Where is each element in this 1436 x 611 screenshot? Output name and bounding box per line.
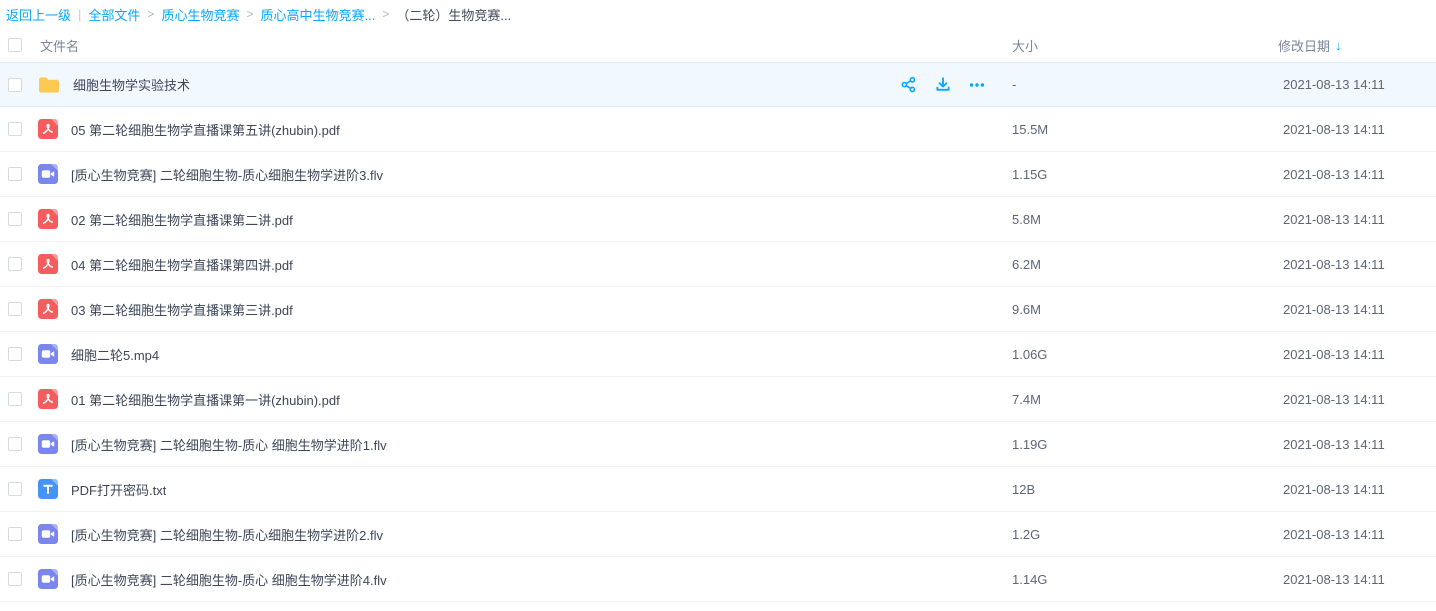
breadcrumb-current: （二轮）生物竞赛... — [396, 5, 511, 24]
file-size: 1.2G — [1012, 527, 1040, 542]
row-checkbox[interactable] — [8, 482, 22, 496]
table-row[interactable]: 细胞二轮5.mp4 1.06G 2021-08-13 14:11 — [0, 332, 1436, 377]
video-icon — [38, 569, 58, 589]
file-date: 2021-08-13 14:11 — [1283, 122, 1385, 137]
row-checkbox[interactable] — [8, 257, 22, 271]
table-row[interactable]: [质心生物竞赛] 二轮细胞生物-质心 细胞生物学进阶4.flv 1.14G 2021… — [0, 557, 1436, 602]
pdf-icon — [38, 254, 58, 274]
file-date: 2021-08-13 14:11 — [1283, 212, 1385, 227]
table-row[interactable]: [质心生物竞赛] 二轮细胞生物-质心细胞生物学进阶2.flv 1.2G 2021-0… — [0, 512, 1436, 557]
row-checkbox[interactable] — [8, 212, 22, 226]
file-manager-page: 返回上一级 | 全部文件 > 质心生物竞赛 > 质心高中生物竞赛... > （二轮）生物竞赛… — [0, 0, 1436, 611]
row-checkbox[interactable] — [8, 78, 22, 92]
row-checkbox[interactable] — [8, 392, 22, 406]
pdf-icon — [38, 119, 58, 139]
row-hover-actions — [898, 74, 987, 95]
breadcrumb-divider: | — [78, 7, 81, 22]
file-name[interactable]: 02 第二轮细胞生物学直播课第二讲.pdf — [71, 210, 293, 229]
breadcrumb-link[interactable]: 全部文件 — [88, 5, 140, 24]
file-date: 2021-08-13 14:11 — [1283, 527, 1385, 542]
file-size: 5.8M — [1012, 212, 1041, 227]
column-header-size[interactable]: 大小 — [1012, 36, 1038, 55]
file-name[interactable]: 细胞二轮5.mp4 — [71, 345, 159, 364]
breadcrumb: 返回上一级 | 全部文件 > 质心生物竞赛 > 质心高中生物竞赛... > （二轮）生物竞赛… — [0, 0, 1436, 28]
table-header: 文件名 大小 修改日期 ↓ — [0, 28, 1436, 62]
file-size: - — [1012, 77, 1016, 92]
file-date: 2021-08-13 14:11 — [1283, 167, 1385, 182]
folder-icon — [38, 76, 60, 94]
file-name[interactable]: [质心生物竞赛] 二轮细胞生物-质心 细胞生物学进阶1.flv — [71, 435, 387, 454]
file-size: 9.6M — [1012, 302, 1041, 317]
file-name[interactable]: 03 第二轮细胞生物学直播课第三讲.pdf — [71, 300, 293, 319]
txt-icon — [38, 479, 58, 499]
video-icon — [38, 434, 58, 454]
table-row[interactable]: PDF打开密码.txt 12B 2021-08-13 14:11 — [0, 467, 1436, 512]
more-icon[interactable] — [966, 74, 987, 95]
file-size: 15.5M — [1012, 122, 1048, 137]
file-date: 2021-08-13 14:11 — [1283, 347, 1385, 362]
row-checkbox[interactable] — [8, 167, 22, 181]
table-row[interactable]: [质心生物竞赛] 二轮细胞生物-质心 细胞生物学进阶1.flv 1.19G 2021… — [0, 422, 1436, 467]
table-row[interactable]: 01 第二轮细胞生物学直播课第一讲(zhubin).pdf 7.4M 2021-08… — [0, 377, 1436, 422]
row-checkbox[interactable] — [8, 302, 22, 316]
file-name[interactable]: 04 第二轮细胞生物学直播课第四讲.pdf — [71, 255, 293, 274]
column-header-date[interactable]: 修改日期 ↓ — [1278, 36, 1342, 55]
file-date: 2021-08-13 14:11 — [1283, 257, 1385, 272]
breadcrumb-separator: > — [147, 7, 154, 21]
table-row[interactable]: 细胞生物学实验技术 - 2021-08-13 14:11 — [0, 62, 1436, 107]
download-icon[interactable] — [932, 74, 953, 95]
file-size: 1.14G — [1012, 572, 1047, 587]
video-icon — [38, 344, 58, 364]
file-name[interactable]: 01 第二轮细胞生物学直播课第一讲(zhubin).pdf — [71, 390, 340, 409]
file-size: 7.4M — [1012, 392, 1041, 407]
share-icon[interactable] — [898, 74, 919, 95]
sort-desc-icon[interactable]: ↓ — [1335, 38, 1342, 53]
file-name[interactable]: 05 第二轮细胞生物学直播课第五讲(zhubin).pdf — [71, 120, 340, 139]
back-link[interactable]: 返回上一级 — [6, 5, 71, 24]
file-list: 细胞生物学实验技术-2021-08-13 14:1105 第二轮细胞生物学直播课… — [0, 62, 1436, 602]
file-size: 1.06G — [1012, 347, 1047, 362]
file-size: 6.2M — [1012, 257, 1041, 272]
file-name[interactable]: [质心生物竞赛] 二轮细胞生物-质心细胞生物学进阶2.flv — [71, 525, 383, 544]
select-all-checkbox[interactable] — [8, 38, 22, 52]
file-name[interactable]: [质心生物竞赛] 二轮细胞生物-质心 细胞生物学进阶4.flv — [71, 570, 387, 589]
column-header-date-label: 修改日期 — [1278, 36, 1330, 55]
file-date: 2021-08-13 14:11 — [1283, 572, 1385, 587]
breadcrumb-link[interactable]: 质心生物竞赛 — [161, 5, 239, 24]
row-checkbox[interactable] — [8, 437, 22, 451]
row-checkbox[interactable] — [8, 572, 22, 586]
table-row[interactable]: [质心生物竞赛] 二轮细胞生物-质心细胞生物学进阶3.flv 1.15G 2021-… — [0, 152, 1436, 197]
column-header-name[interactable]: 文件名 — [40, 36, 79, 55]
row-checkbox[interactable] — [8, 347, 22, 361]
file-date: 2021-08-13 14:11 — [1283, 77, 1385, 92]
file-name[interactable]: [质心生物竞赛] 二轮细胞生物-质心细胞生物学进阶3.flv — [71, 165, 383, 184]
row-checkbox[interactable] — [8, 122, 22, 136]
file-date: 2021-08-13 14:11 — [1283, 437, 1385, 452]
breadcrumb-link[interactable]: 质心高中生物竞赛... — [260, 5, 375, 24]
file-size: 12B — [1012, 482, 1035, 497]
breadcrumb-separator: > — [382, 7, 389, 21]
file-name[interactable]: PDF打开密码.txt — [71, 480, 166, 499]
table-row[interactable]: 02 第二轮细胞生物学直播课第二讲.pdf 5.8M 2021-08-13 14:1… — [0, 197, 1436, 242]
table-row[interactable]: 04 第二轮细胞生物学直播课第四讲.pdf 6.2M 2021-08-13 14:1… — [0, 242, 1436, 287]
file-size: 1.15G — [1012, 167, 1047, 182]
file-name[interactable]: 细胞生物学实验技术 — [73, 75, 190, 94]
file-size: 1.19G — [1012, 437, 1047, 452]
file-date: 2021-08-13 14:11 — [1283, 392, 1385, 407]
pdf-icon — [38, 389, 58, 409]
table-row[interactable]: 05 第二轮细胞生物学直播课第五讲(zhubin).pdf 15.5M 2021-0… — [0, 107, 1436, 152]
pdf-icon — [38, 209, 58, 229]
file-date: 2021-08-13 14:11 — [1283, 302, 1385, 317]
breadcrumb-separator: > — [246, 7, 253, 21]
file-date: 2021-08-13 14:11 — [1283, 482, 1385, 497]
video-icon — [38, 524, 58, 544]
pdf-icon — [38, 299, 58, 319]
row-checkbox[interactable] — [8, 527, 22, 541]
video-icon — [38, 164, 58, 184]
breadcrumb-items: 全部文件 > 质心生物竞赛 > 质心高中生物竞赛... > （二轮）生物竞赛... — [88, 5, 511, 24]
table-row[interactable]: 03 第二轮细胞生物学直播课第三讲.pdf 9.6M 2021-08-13 14:1… — [0, 287, 1436, 332]
